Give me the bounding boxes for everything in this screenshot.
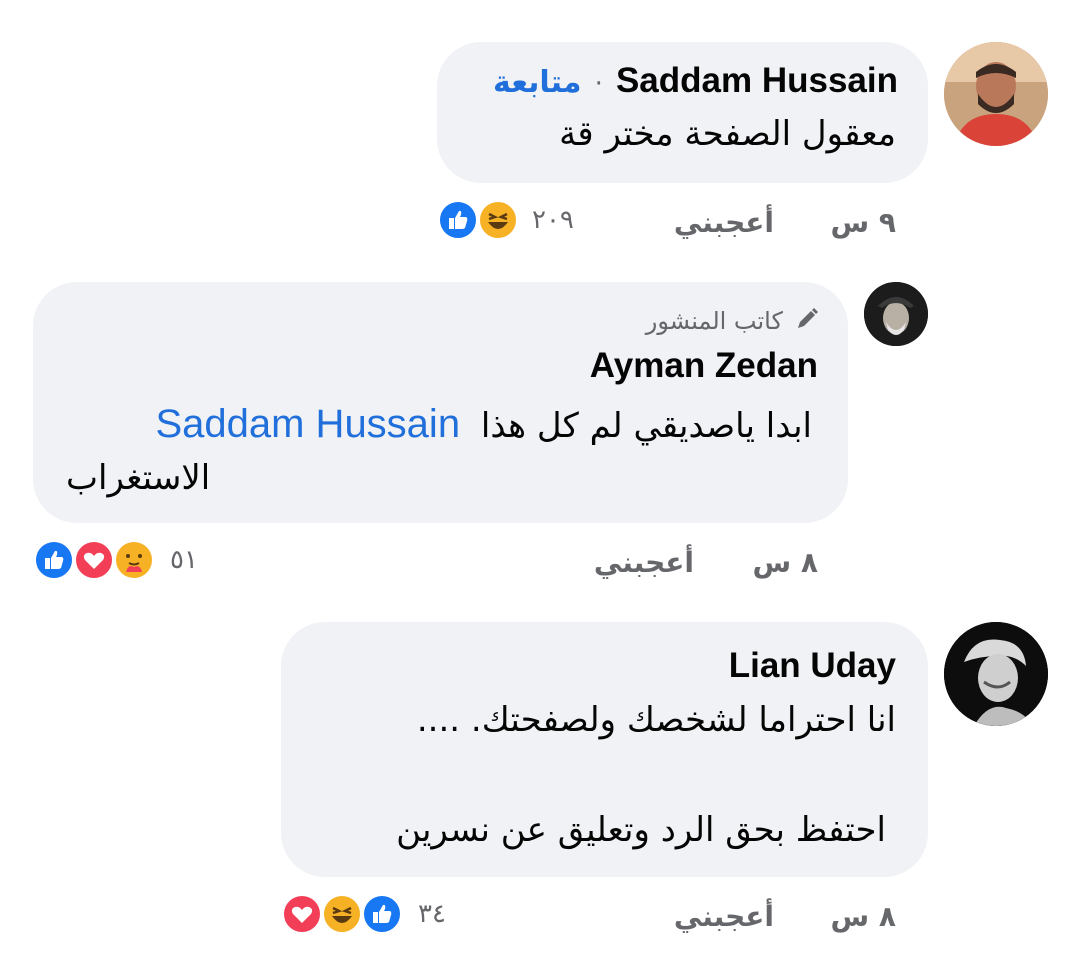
haha-icon <box>320 892 364 936</box>
like-icon <box>436 198 480 242</box>
author-name[interactable]: Ayman Zedan <box>590 346 818 386</box>
author-badge: كاتب المنشور <box>646 306 820 336</box>
author-name[interactable]: Saddam Hussain <box>616 61 898 100</box>
love-icon <box>72 538 116 582</box>
author-badge-label: كاتب المنشور <box>645 307 783 335</box>
like-button[interactable]: أعجبني <box>674 206 774 239</box>
love-icon <box>280 892 324 936</box>
follow-link[interactable]: متابعة <box>493 65 581 100</box>
comment-text: ابدا ياصديقي لم كل هذا Saddam Hussain <box>155 402 812 447</box>
comment-text-line2: الاستغراب <box>66 458 211 498</box>
like-icon <box>32 538 76 582</box>
care-icon <box>112 538 156 582</box>
comment-header: Saddam Hussain · متابعة <box>470 61 898 105</box>
reactions[interactable] <box>436 198 524 242</box>
timestamp[interactable]: ٨ س <box>753 546 818 579</box>
like-button[interactable]: أعجبني <box>674 900 774 933</box>
timestamp[interactable]: ٩ س <box>831 206 896 239</box>
reaction-count[interactable]: ٢٠٩ <box>532 205 574 235</box>
avatar[interactable] <box>864 282 928 346</box>
separator-dot: · <box>594 69 603 99</box>
reactions[interactable] <box>280 892 408 936</box>
like-icon <box>360 892 404 936</box>
timestamp[interactable]: ٨ س <box>831 900 896 933</box>
comment-text-line1: انا احتراما لشخصك ولصفحتك. .... <box>416 700 896 740</box>
reaction-count[interactable]: ٥١ <box>170 545 198 575</box>
like-button[interactable]: أعجبني <box>594 546 694 579</box>
comment-text: معقول الصفحة مختر قة <box>559 114 896 154</box>
haha-icon <box>476 198 520 242</box>
avatar[interactable] <box>944 42 1048 146</box>
avatar[interactable] <box>944 622 1048 726</box>
pencil-icon <box>794 306 820 336</box>
mention-link[interactable]: Saddam Hussain <box>155 402 460 446</box>
comment-text-line1: ابدا ياصديقي لم كل هذا <box>480 406 812 446</box>
reactions[interactable] <box>32 538 160 582</box>
comment-text-line2: احتفظ بحق الرد وتعليق عن نسرين <box>396 810 886 850</box>
author-name[interactable]: Lian Uday <box>729 646 896 686</box>
reaction-count[interactable]: ٣٤ <box>418 899 446 929</box>
